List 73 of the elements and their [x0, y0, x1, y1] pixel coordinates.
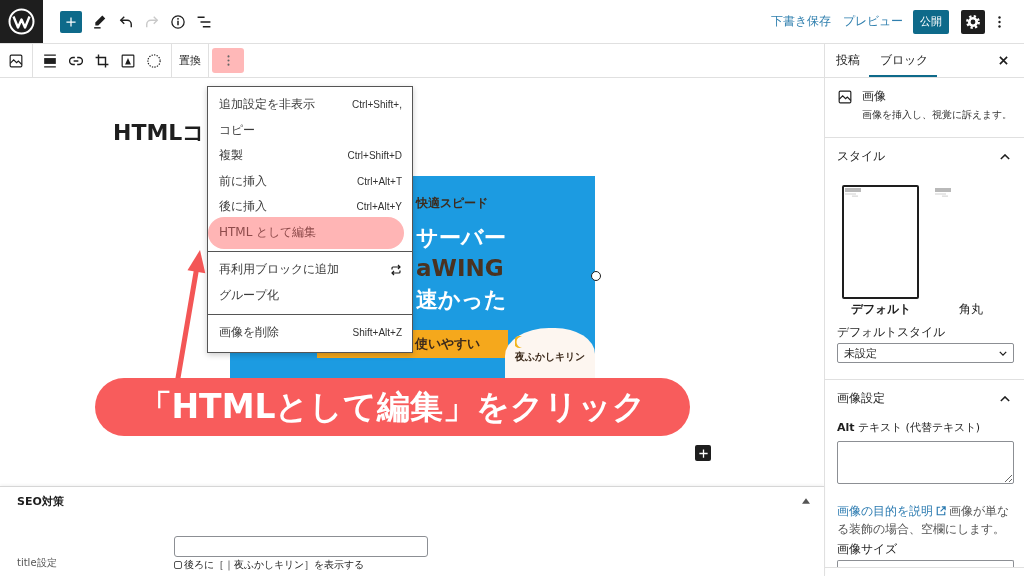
- settings-icon: [966, 14, 980, 29]
- callout-label: 「HTMLとして編集」をクリック: [95, 378, 690, 436]
- info-icon: [171, 14, 185, 29]
- alt-text-label: Alt テキスト (代替テキスト): [837, 421, 981, 435]
- field-label: title設定: [17, 557, 57, 568]
- align-icon: [43, 53, 57, 68]
- menu-item[interactable]: 後に挿入 Ctrl+Alt+Y: [208, 194, 412, 220]
- chevron-down-icon: [999, 350, 1007, 356]
- image-icon: [838, 90, 852, 104]
- menu-item[interactable]: HTML として編集: [208, 219, 412, 245]
- undo-icon: [119, 14, 133, 29]
- settings-button[interactable]: [961, 9, 985, 34]
- alt-text-field[interactable]: [837, 441, 1014, 484]
- default-style-select[interactable]: 未設定: [837, 343, 1014, 363]
- banner-brand: aWING: [416, 254, 504, 283]
- add-block-button[interactable]: [60, 10, 82, 33]
- close-icon: [998, 56, 1008, 65]
- preview-link[interactable]: プレビュー: [843, 13, 903, 30]
- sidebar-tab[interactable]: 投稿: [825, 44, 869, 77]
- image-icon: [9, 53, 23, 68]
- more-icon: [997, 15, 1001, 28]
- external-link-icon: [936, 506, 946, 516]
- sidebar-tab[interactable]: ブロック: [869, 44, 937, 77]
- menu-item[interactable]: 前に挿入 Ctrl+Alt+T: [208, 168, 412, 194]
- metabox-title: SEO対策: [17, 493, 64, 509]
- plus-icon: [698, 448, 708, 458]
- shortcut-text: Ctrl+Alt+T: [357, 175, 402, 187]
- dashed-circle-icon: [147, 53, 161, 68]
- checkbox[interactable]: [174, 561, 182, 569]
- logo-text: 夜ふかしキリン: [515, 350, 585, 363]
- block-description: 画像を挿入し、視覚に訴えます。: [862, 108, 1012, 122]
- shortcut-text: Ctrl+Shift+D: [347, 150, 402, 162]
- publish-button[interactable]: 公開: [913, 9, 949, 34]
- collapse-triangle-icon[interactable]: [802, 498, 810, 504]
- banner-headline: サーバー: [416, 224, 506, 252]
- redo-icon: [145, 14, 159, 29]
- menu-item[interactable]: グループ化: [208, 282, 412, 308]
- panel-toggle[interactable]: 画像設定: [825, 380, 1024, 417]
- help-text: 画像の目的を説明 画像が単なる装飾の場合、空欄にします。: [837, 503, 1010, 538]
- menu-item[interactable]: コピー: [208, 117, 412, 143]
- shortcut-text: Ctrl+Alt+Y: [356, 201, 402, 213]
- panel-toggle[interactable]: スタイル: [825, 138, 1024, 175]
- menu-item[interactable]: 再利用ブロックに追加: [208, 257, 412, 283]
- block-title: 画像: [862, 89, 887, 104]
- crop-icon: [95, 53, 109, 68]
- checkbox-label: 後ろに［｜夜ふかしキリン］を表示する: [184, 559, 364, 571]
- style-option[interactable]: デフォルト: [842, 185, 919, 317]
- post-heading: HTMLコ: [113, 120, 206, 146]
- list-icon: [197, 14, 211, 29]
- default-style-label: デフォルトスタイル: [837, 325, 945, 340]
- add-block-button[interactable]: [695, 445, 711, 461]
- help-link[interactable]: 画像の目的を説明: [837, 504, 949, 518]
- thumbnail-icon: [845, 188, 861, 197]
- menu-item[interactable]: 追加設定を非表示 Ctrl+Shift+,: [208, 92, 412, 118]
- title-input-field[interactable]: [174, 536, 428, 557]
- banner-headline: 速かった: [416, 286, 507, 314]
- image-size-select[interactable]: [837, 560, 1014, 567]
- shortcut-text: Ctrl+Shift+,: [351, 99, 402, 111]
- moon-icon: [515, 336, 525, 348]
- menu-item[interactable]: 複製 Ctrl+Shift+D: [208, 143, 412, 169]
- plus-icon: [66, 16, 76, 27]
- pencil-icon: [93, 14, 107, 29]
- logo-icon[interactable]: [0, 0, 43, 43]
- resize-handle[interactable]: [591, 271, 601, 281]
- save-draft-link[interactable]: 下書き保存: [771, 13, 831, 30]
- image-size-label: 画像サイズ: [837, 542, 897, 557]
- replace-button[interactable]: 置換: [176, 47, 204, 74]
- banner-tagline: 快適スピード: [416, 195, 488, 212]
- style-option[interactable]: 角丸: [932, 185, 1009, 317]
- thumbnail-icon: [935, 188, 951, 197]
- repeat-icon: [390, 263, 402, 276]
- more-icon: [226, 55, 230, 66]
- shortcut-text: Shift+Alt+Z: [352, 327, 402, 339]
